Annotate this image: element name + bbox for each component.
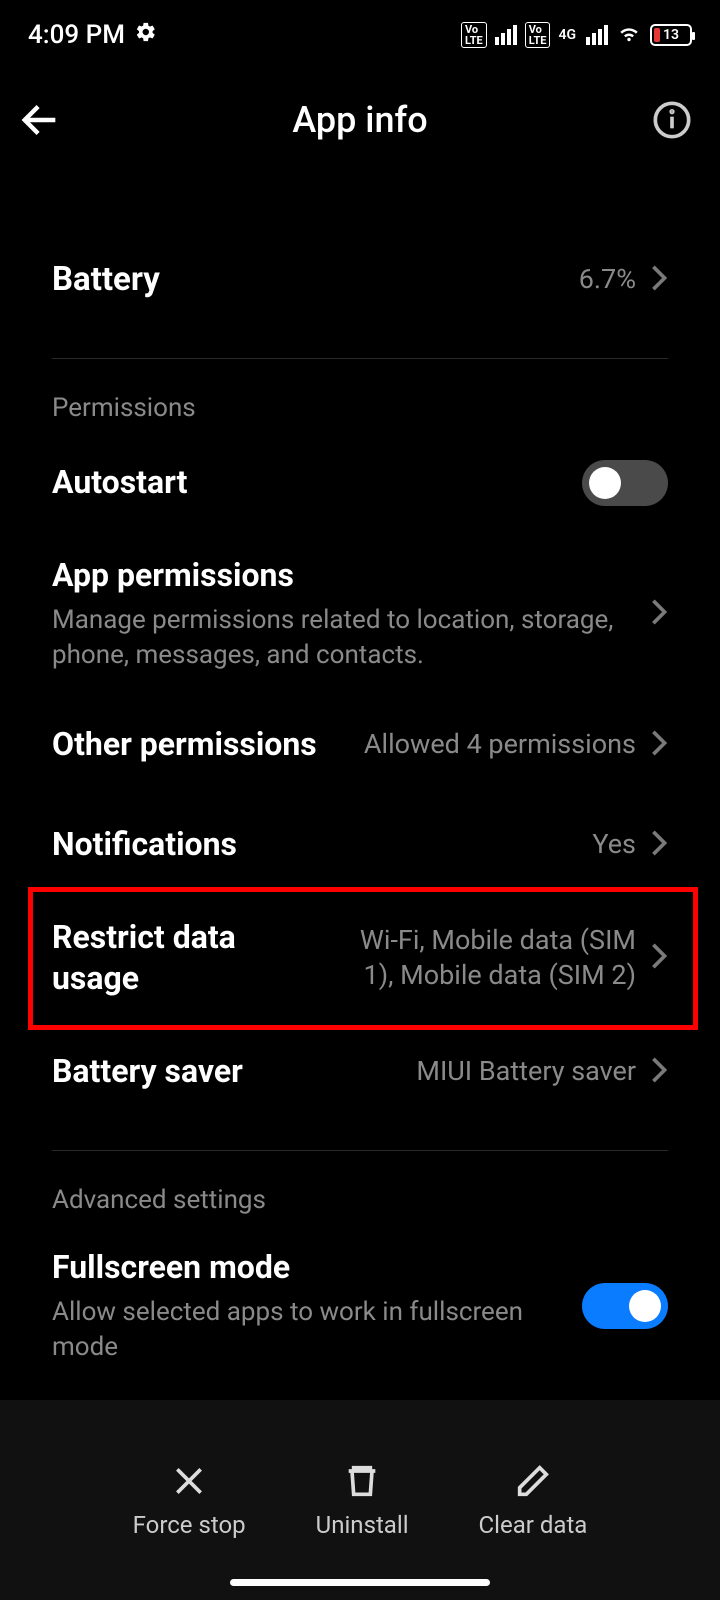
app-permissions-label: App permissions [52, 555, 636, 597]
row-restrict-data-usage[interactable]: Restrict data usage Wi-Fi, Mobile data (… [52, 895, 668, 1022]
chevron-right-icon [650, 942, 668, 974]
chevron-right-icon [650, 1056, 668, 1088]
force-stop-button[interactable]: Force stop [133, 1461, 246, 1539]
chevron-right-icon [650, 264, 668, 296]
clear-data-label: Clear data [479, 1511, 588, 1539]
section-permissions: Permissions [52, 359, 668, 433]
app-header: App info [0, 70, 720, 170]
volte-icon-1: VoLTE [461, 22, 487, 48]
status-bar: 4:09 PM VoLTE VoLTE 4G 13 [0, 0, 720, 70]
section-advanced: Advanced settings [52, 1151, 668, 1225]
battery-label: Battery [52, 259, 565, 302]
fullscreen-toggle[interactable] [582, 1283, 668, 1329]
app-permissions-sub: Manage permissions related to location, … [52, 603, 636, 673]
fullscreen-label: Fullscreen mode [52, 1247, 568, 1289]
eraser-icon [513, 1461, 553, 1501]
uninstall-label: Uninstall [316, 1511, 409, 1539]
chevron-right-icon [650, 729, 668, 761]
restrict-data-label: Restrict data usage [52, 917, 312, 1000]
force-stop-label: Force stop [133, 1511, 246, 1539]
volte-icon-2: VoLTE [525, 22, 551, 48]
back-button[interactable] [0, 97, 80, 143]
home-indicator[interactable] [230, 1579, 490, 1586]
gear-icon [135, 20, 157, 50]
signal-icon-1 [495, 25, 517, 45]
other-permissions-value: Allowed 4 permissions [364, 727, 636, 762]
chevron-right-icon [650, 598, 668, 630]
info-button[interactable] [652, 100, 692, 140]
battery-value: 6.7% [579, 262, 636, 297]
bottom-action-bar: Force stop Uninstall Clear data [0, 1400, 720, 1600]
chevron-right-icon [650, 829, 668, 861]
row-autostart[interactable]: Autostart [52, 433, 668, 533]
page-title: App info [0, 99, 720, 141]
network-type-icon: 4G [558, 27, 576, 43]
autostart-toggle[interactable] [582, 460, 668, 506]
trash-icon [342, 1461, 382, 1501]
restrict-data-value: Wi-Fi, Mobile data (SIM 1), Mobile data … [326, 923, 636, 993]
notifications-value: Yes [592, 827, 636, 862]
row-app-permissions[interactable]: App permissions Manage permissions relat… [52, 533, 668, 695]
row-other-permissions[interactable]: Other permissions Allowed 4 permissions [52, 695, 668, 795]
close-icon [169, 1461, 209, 1501]
status-time: 4:09 PM [28, 20, 125, 50]
autostart-label: Autostart [52, 462, 568, 504]
battery-saver-label: Battery saver [52, 1051, 402, 1093]
notifications-label: Notifications [52, 824, 578, 866]
battery-saver-value: MIUI Battery saver [416, 1054, 636, 1089]
row-fullscreen-mode[interactable]: Fullscreen mode Allow selected apps to w… [52, 1225, 668, 1387]
row-battery-saver[interactable]: Battery saver MIUI Battery saver [52, 1022, 668, 1122]
other-permissions-label: Other permissions [52, 724, 350, 766]
uninstall-button[interactable]: Uninstall [316, 1461, 409, 1539]
wifi-icon [616, 19, 642, 52]
clear-data-button[interactable]: Clear data [479, 1461, 588, 1539]
row-battery[interactable]: Battery 6.7% [52, 230, 668, 330]
row-notifications[interactable]: Notifications Yes [52, 795, 668, 895]
fullscreen-sub: Allow selected apps to work in fullscree… [52, 1295, 568, 1365]
battery-icon: 13 [650, 24, 692, 46]
signal-icon-2 [586, 25, 608, 45]
